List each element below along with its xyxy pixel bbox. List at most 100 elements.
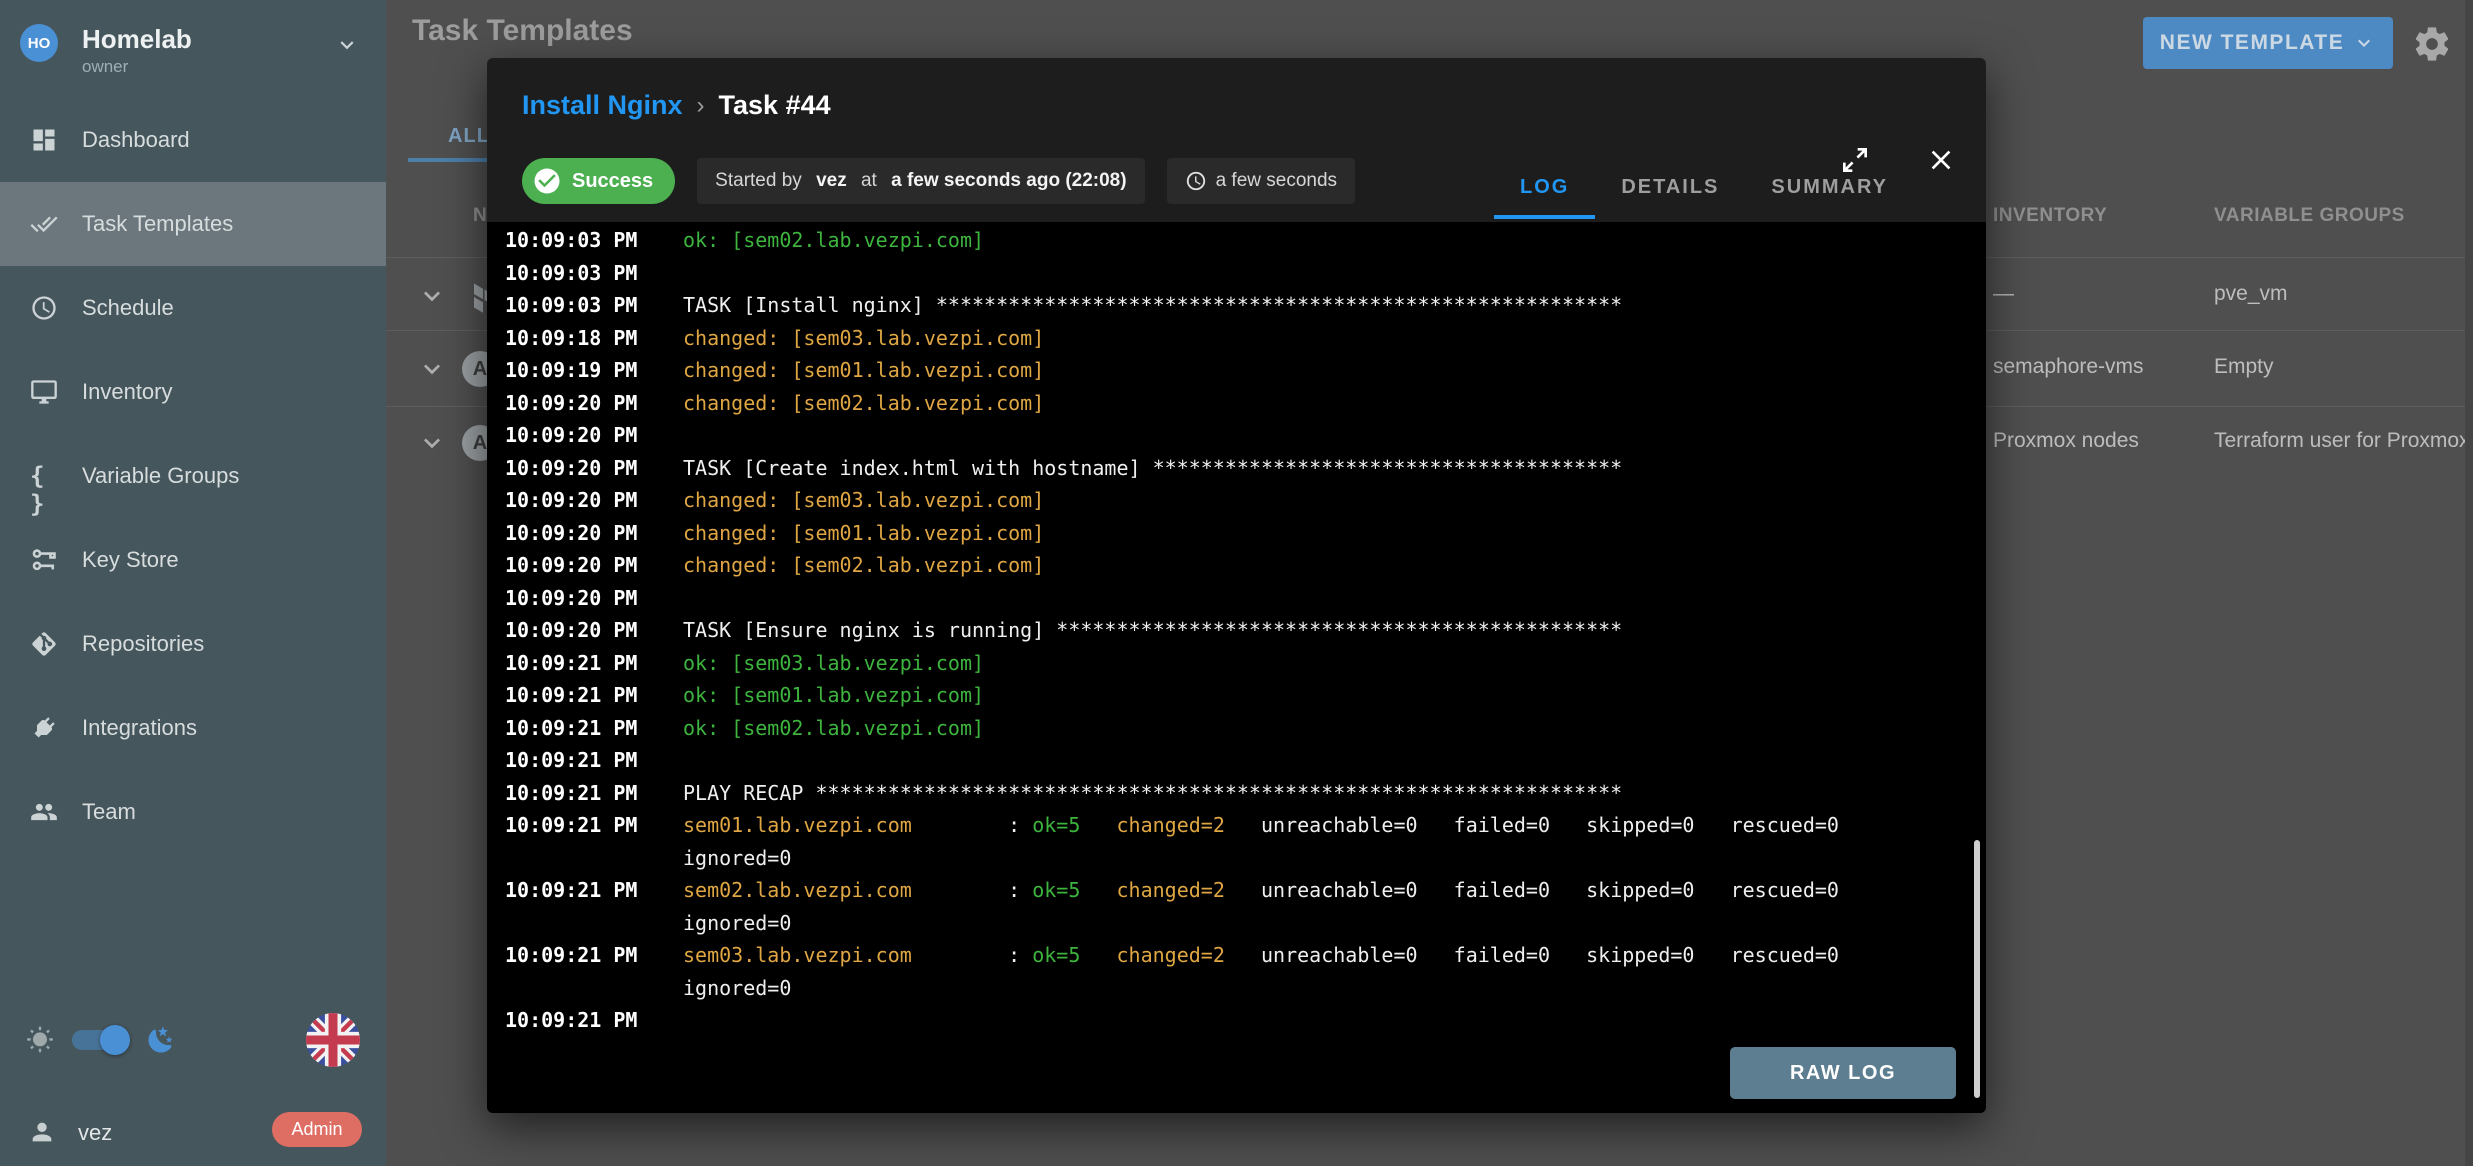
sun-icon	[26, 1026, 54, 1054]
log-timestamp: 10:09:18 PM	[505, 322, 683, 355]
log-content: PLAY RECAP *****************************…	[683, 777, 1622, 810]
log-content: sem01.lab.vezpi.com : ok=5 changed=2 unr…	[683, 809, 1839, 842]
theme-toggle-knob[interactable]	[100, 1025, 130, 1055]
status-row: Success Started by vez at a few seconds …	[522, 158, 1355, 204]
sidebar-item-dashboard[interactable]: Dashboard	[0, 98, 386, 182]
tab-details[interactable]: DETAILS	[1595, 155, 1745, 219]
monitor-icon	[30, 378, 58, 406]
clock-icon	[1185, 170, 1207, 192]
dashboard-icon	[30, 126, 58, 154]
log-timestamp	[505, 842, 683, 875]
log-line: 10:09:21 PMsem01.lab.vezpi.com : ok=5 ch…	[505, 809, 1960, 842]
sidebar-nav: Dashboard Task Templates Schedule Inventory…	[0, 98, 386, 854]
log-line: ignored=0	[505, 972, 1960, 1005]
row-expand-chevron-icon[interactable]	[416, 353, 448, 385]
people-icon	[30, 798, 58, 826]
log-line: ignored=0	[505, 842, 1960, 875]
sidebar-item-variable-groups[interactable]: { }Variable Groups	[0, 434, 386, 518]
log-content: ok: [sem01.lab.vezpi.com]	[683, 679, 984, 712]
breadcrumb-template-link[interactable]: Install Nginx	[522, 90, 683, 121]
duration-chip: a few seconds	[1167, 158, 1355, 204]
sidebar-item-inventory[interactable]: Inventory	[0, 350, 386, 434]
log-timestamp: 10:09:19 PM	[505, 354, 683, 387]
sidebar-item-key-store[interactable]: Key Store	[0, 518, 386, 602]
sidebar-item-team[interactable]: Team	[0, 770, 386, 854]
log-line: 10:09:03 PMok: [sem02.lab.vezpi.com]	[505, 224, 1960, 257]
user-row[interactable]: vez Admin	[0, 1104, 386, 1160]
sidebar-item-label: Repositories	[82, 631, 204, 657]
person-icon	[28, 1118, 56, 1146]
log-timestamp: 10:09:20 PM	[505, 582, 683, 615]
log-timestamp: 10:09:21 PM	[505, 809, 683, 842]
log-timestamp: 10:09:20 PM	[505, 549, 683, 582]
log-timestamp: 10:09:20 PM	[505, 517, 683, 550]
log-content	[683, 744, 695, 777]
clock-icon	[30, 294, 58, 322]
sidebar-item-task-templates[interactable]: Task Templates	[0, 182, 386, 266]
log-content: changed: [sem02.lab.vezpi.com]	[683, 387, 1044, 420]
new-template-label: NEW TEMPLATE	[2160, 31, 2344, 55]
cell-inventory: Proxmox nodes	[1993, 429, 2139, 453]
log-content	[683, 257, 695, 290]
log-line: 10:09:21 PM	[505, 1004, 1960, 1037]
tab-log[interactable]: LOG	[1494, 155, 1595, 219]
breadcrumb: Install Nginx › Task #44	[522, 90, 831, 121]
new-template-button[interactable]: NEW TEMPLATE	[2143, 17, 2393, 69]
log-content	[683, 582, 695, 615]
raw-log-button[interactable]: RAW LOG	[1730, 1047, 1956, 1099]
tab-summary[interactable]: SUMMARY	[1745, 155, 1914, 219]
log-scrollbar[interactable]	[1974, 840, 1980, 1098]
sidebar-item-integrations[interactable]: Integrations	[0, 686, 386, 770]
gear-icon[interactable]	[2412, 24, 2452, 64]
sidebar-item-label: Dashboard	[82, 127, 190, 153]
cell-variable-groups: Empty	[2214, 355, 2274, 379]
log-timestamp: 10:09:20 PM	[505, 484, 683, 517]
log-line: 10:09:20 PMchanged: [sem01.lab.vezpi.com…	[505, 517, 1960, 550]
log-content: sem02.lab.vezpi.com : ok=5 changed=2 unr…	[683, 874, 1839, 907]
log-timestamp: 10:09:03 PM	[505, 257, 683, 290]
started-chip-text: vez	[816, 170, 847, 192]
log-content: ok: [sem03.lab.vezpi.com]	[683, 647, 984, 680]
workspace-switcher[interactable]: HO Homelab owner	[0, 0, 386, 96]
user-name: vez	[78, 1120, 112, 1146]
started-chip-text: at	[856, 170, 882, 192]
log-line: 10:09:18 PMchanged: [sem03.lab.vezpi.com…	[505, 322, 1960, 355]
log-timestamp: 10:09:21 PM	[505, 712, 683, 745]
modal-body: 10:09:03 PMok: [sem02.lab.vezpi.com]10:0…	[487, 222, 1986, 1113]
sidebar-item-label: Integrations	[82, 715, 197, 741]
log-line: 10:09:19 PMchanged: [sem01.lab.vezpi.com…	[505, 354, 1960, 387]
workspace-avatar: HO	[20, 24, 58, 62]
log-line: 10:09:21 PMok: [sem03.lab.vezpi.com]	[505, 647, 1960, 680]
close-icon[interactable]	[1925, 144, 1957, 176]
cell-inventory: semaphore-vms	[1993, 355, 2144, 379]
log-line: 10:09:20 PMTASK [Create index.html with …	[505, 452, 1960, 485]
row-expand-chevron-icon[interactable]	[416, 427, 448, 459]
log-timestamp: 10:09:21 PM	[505, 744, 683, 777]
sidebar-item-label: Schedule	[82, 295, 174, 321]
started-by-chip: Started by vez at a few seconds ago (22:…	[697, 158, 1144, 204]
page-scrollbar[interactable]	[2465, 0, 2473, 1166]
log-timestamp: 10:09:21 PM	[505, 874, 683, 907]
log-content	[683, 419, 695, 452]
log-timestamp: 10:09:21 PM	[505, 679, 683, 712]
column-header-variable-groups: VARIABLE GROUPS	[2214, 205, 2405, 227]
workspace-role: owner	[82, 57, 366, 77]
sidebar-item-repositories[interactable]: Repositories	[0, 602, 386, 686]
language-flag-uk[interactable]	[306, 1013, 360, 1067]
breadcrumb-separator: ›	[683, 92, 719, 120]
log-content: changed: [sem01.lab.vezpi.com]	[683, 354, 1044, 387]
status-label: Success	[572, 170, 653, 193]
chevron-down-icon	[334, 32, 360, 58]
row-expand-chevron-icon[interactable]	[416, 280, 448, 312]
duration-label: a few seconds	[1216, 170, 1337, 192]
log-timestamp: 10:09:20 PM	[505, 387, 683, 420]
chevron-down-icon	[2352, 31, 2376, 55]
task-log-modal: Install Nginx › Task #44 Success Started…	[487, 58, 1986, 1113]
cell-variable-groups: pve_vm	[2214, 282, 2288, 306]
sidebar-item-schedule[interactable]: Schedule	[0, 266, 386, 350]
theme-toggle[interactable]	[72, 1030, 128, 1050]
log-line: 10:09:21 PMok: [sem01.lab.vezpi.com]	[505, 679, 1960, 712]
log-timestamp: 10:09:20 PM	[505, 452, 683, 485]
log-content: ok: [sem02.lab.vezpi.com]	[683, 712, 984, 745]
keys-icon	[30, 546, 58, 574]
